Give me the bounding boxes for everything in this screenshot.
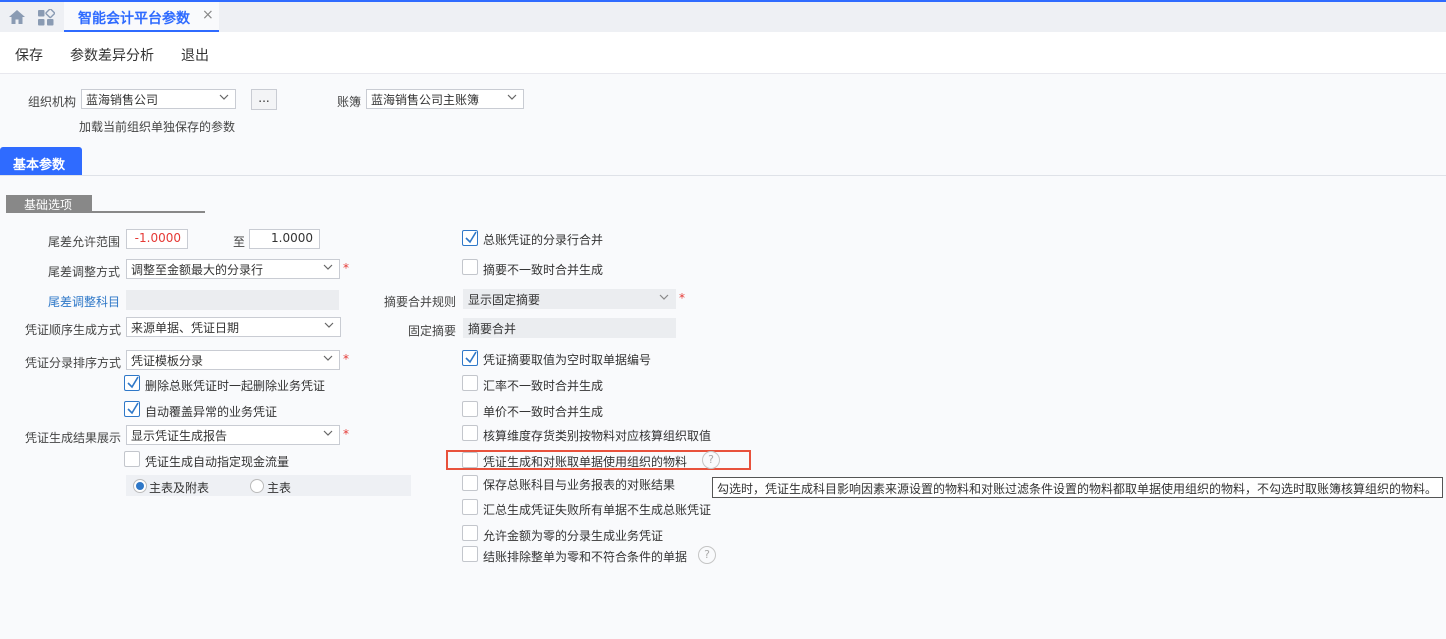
required-star: * — [343, 352, 349, 366]
entry-sort-label: 凭证分录排序方式 — [24, 356, 121, 370]
auto-overwrite-checkbox[interactable] — [124, 401, 140, 417]
tab-basic-params[interactable]: 基本参数 — [0, 147, 82, 175]
section-divider — [6, 211, 205, 213]
entry-sort-value: 凭证模板分录 — [131, 354, 204, 368]
tail-max-input[interactable]: 1.0000 — [249, 229, 320, 249]
summary-empty-label: 凭证摘要取值为空时取单据编号 — [483, 353, 652, 367]
zero-amount-label: 允许金额为零的分录生成业务凭证 — [483, 529, 664, 543]
required-star: * — [679, 291, 685, 305]
price-diff-merge-label: 单价不一致时合并生成 — [483, 405, 604, 419]
cashflow-checkbox[interactable] — [124, 451, 140, 467]
result-display-value: 显示凭证生成报告 — [131, 429, 228, 443]
summary-empty-checkbox[interactable] — [462, 350, 478, 366]
home-icon[interactable] — [8, 8, 26, 26]
chevron-down-icon — [324, 322, 334, 328]
diff-analysis-button[interactable]: 参数差异分析 — [70, 45, 154, 65]
check-icon — [127, 402, 139, 415]
merge-gl-lines-checkbox[interactable] — [462, 230, 478, 246]
summary-rule-select[interactable]: 显示固定摘要 — [463, 289, 676, 309]
apps-icon[interactable] — [37, 9, 55, 27]
rate-diff-merge-checkbox[interactable] — [462, 375, 478, 391]
org-more-button[interactable]: ... — [251, 89, 277, 110]
summary-rule-value: 显示固定摘要 — [468, 293, 541, 307]
tab-underline — [0, 175, 1446, 176]
tail-adjust-value: 调整至金额最大的分录行 — [131, 263, 264, 277]
save-recon-checkbox[interactable] — [462, 475, 478, 491]
tail-account-label[interactable]: 尾差调整科目 — [20, 293, 120, 310]
chevron-down-icon — [219, 94, 229, 100]
tab-platform-params[interactable]: 智能会计平台参数 × — [64, 2, 219, 32]
entry-sort-select[interactable]: 凭证模板分录 — [126, 350, 340, 370]
book-label: 账簿 — [337, 95, 362, 109]
tail-min-input[interactable]: -1.0000 — [126, 229, 188, 249]
fail-no-gl-label: 汇总生成凭证失败所有单据不生成总账凭证 — [483, 503, 712, 517]
auto-overwrite-label: 自动覆盖异常的业务凭证 — [145, 405, 278, 419]
chevron-down-icon — [507, 94, 517, 100]
org-value: 蓝海销售公司 — [86, 93, 159, 107]
save-recon-label: 保存总账科目与业务报表的对账结果 — [483, 478, 676, 492]
tail-adjust-select[interactable]: 调整至金额最大的分录行 — [126, 259, 340, 279]
summary-rule-label: 摘要合并规则 — [383, 295, 456, 309]
book-value: 蓝海销售公司主账簿 — [371, 93, 480, 107]
help-icon[interactable]: ? — [698, 546, 716, 564]
tail-to-label: 至 — [233, 235, 246, 249]
toolbar: 保存 参数差异分析 退出 — [0, 32, 1446, 74]
fail-no-gl-checkbox[interactable] — [462, 499, 478, 515]
zero-amount-checkbox[interactable] — [462, 525, 478, 541]
voucher-seq-label: 凭证顺序生成方式 — [24, 323, 121, 337]
fixed-summary-field: 摘要合并 — [463, 318, 676, 338]
delete-with-gl-checkbox[interactable] — [124, 375, 140, 391]
check-icon — [465, 231, 477, 244]
dimension-category-label: 核算维度存货类别按物料对应核算组织取值 — [483, 429, 712, 443]
chevron-down-icon — [323, 264, 333, 270]
tail-range-label: 尾差允许范围 — [47, 235, 120, 249]
radio-main-label: 主表 — [267, 481, 292, 495]
tail-account-field — [126, 290, 339, 310]
use-org-material-label: 凭证生成和对账取单据使用组织的物料 — [483, 455, 688, 469]
price-diff-merge-checkbox[interactable] — [462, 401, 478, 417]
close-exclude-checkbox[interactable] — [462, 546, 478, 562]
save-button[interactable]: 保存 — [15, 45, 43, 65]
summary-diff-merge-label: 摘要不一致时合并生成 — [483, 263, 604, 277]
book-select[interactable]: 蓝海销售公司主账簿 — [366, 89, 524, 109]
radio-main[interactable] — [250, 479, 264, 493]
summary-diff-merge-checkbox[interactable] — [462, 259, 478, 275]
help-icon[interactable]: ? — [702, 451, 720, 469]
check-icon — [465, 351, 477, 364]
tooltip: 勾选时，凭证生成科目影响因素来源设置的物料和对账过滤条件设置的物料都取单据使用组… — [712, 477, 1443, 498]
use-org-material-checkbox[interactable] — [462, 452, 478, 468]
merge-gl-lines-label: 总账凭证的分录行合并 — [483, 233, 604, 247]
radio-main-attach-label: 主表及附表 — [149, 481, 210, 495]
chevron-down-icon — [323, 430, 333, 436]
tab-label: 智能会计平台参数 — [78, 11, 190, 27]
rate-diff-merge-label: 汇率不一致时合并生成 — [483, 379, 604, 393]
tail-adjust-label: 尾差调整方式 — [47, 265, 120, 279]
fixed-summary-label: 固定摘要 — [407, 324, 456, 338]
close-icon[interactable]: × — [202, 7, 214, 23]
required-star: * — [343, 261, 349, 275]
chevron-down-icon — [323, 355, 333, 361]
org-label: 组织机构 — [28, 95, 77, 109]
org-select[interactable]: 蓝海销售公司 — [81, 89, 236, 109]
section-header: 基础选项 — [6, 195, 92, 212]
report-radio-group: 主表及附表 主表 — [126, 475, 411, 496]
voucher-seq-value: 来源单据、凭证日期 — [131, 321, 240, 335]
load-note: 加载当前组织单独保存的参数 — [79, 120, 236, 134]
result-display-label: 凭证生成结果展示 — [24, 431, 121, 445]
dimension-category-checkbox[interactable] — [462, 425, 478, 441]
delete-with-gl-label: 删除总账凭证时一起删除业务凭证 — [145, 379, 326, 393]
result-display-select[interactable]: 显示凭证生成报告 — [126, 425, 340, 445]
cashflow-label: 凭证生成自动指定现金流量 — [145, 455, 290, 469]
close-exclude-label: 结账排除整单为零和不符合条件的单据 — [483, 550, 688, 564]
exit-button[interactable]: 退出 — [181, 45, 209, 65]
radio-main-attach[interactable] — [133, 479, 147, 493]
check-icon — [127, 376, 139, 389]
voucher-seq-select[interactable]: 来源单据、凭证日期 — [126, 317, 341, 337]
chevron-down-icon — [659, 294, 669, 300]
required-star: * — [343, 427, 349, 441]
